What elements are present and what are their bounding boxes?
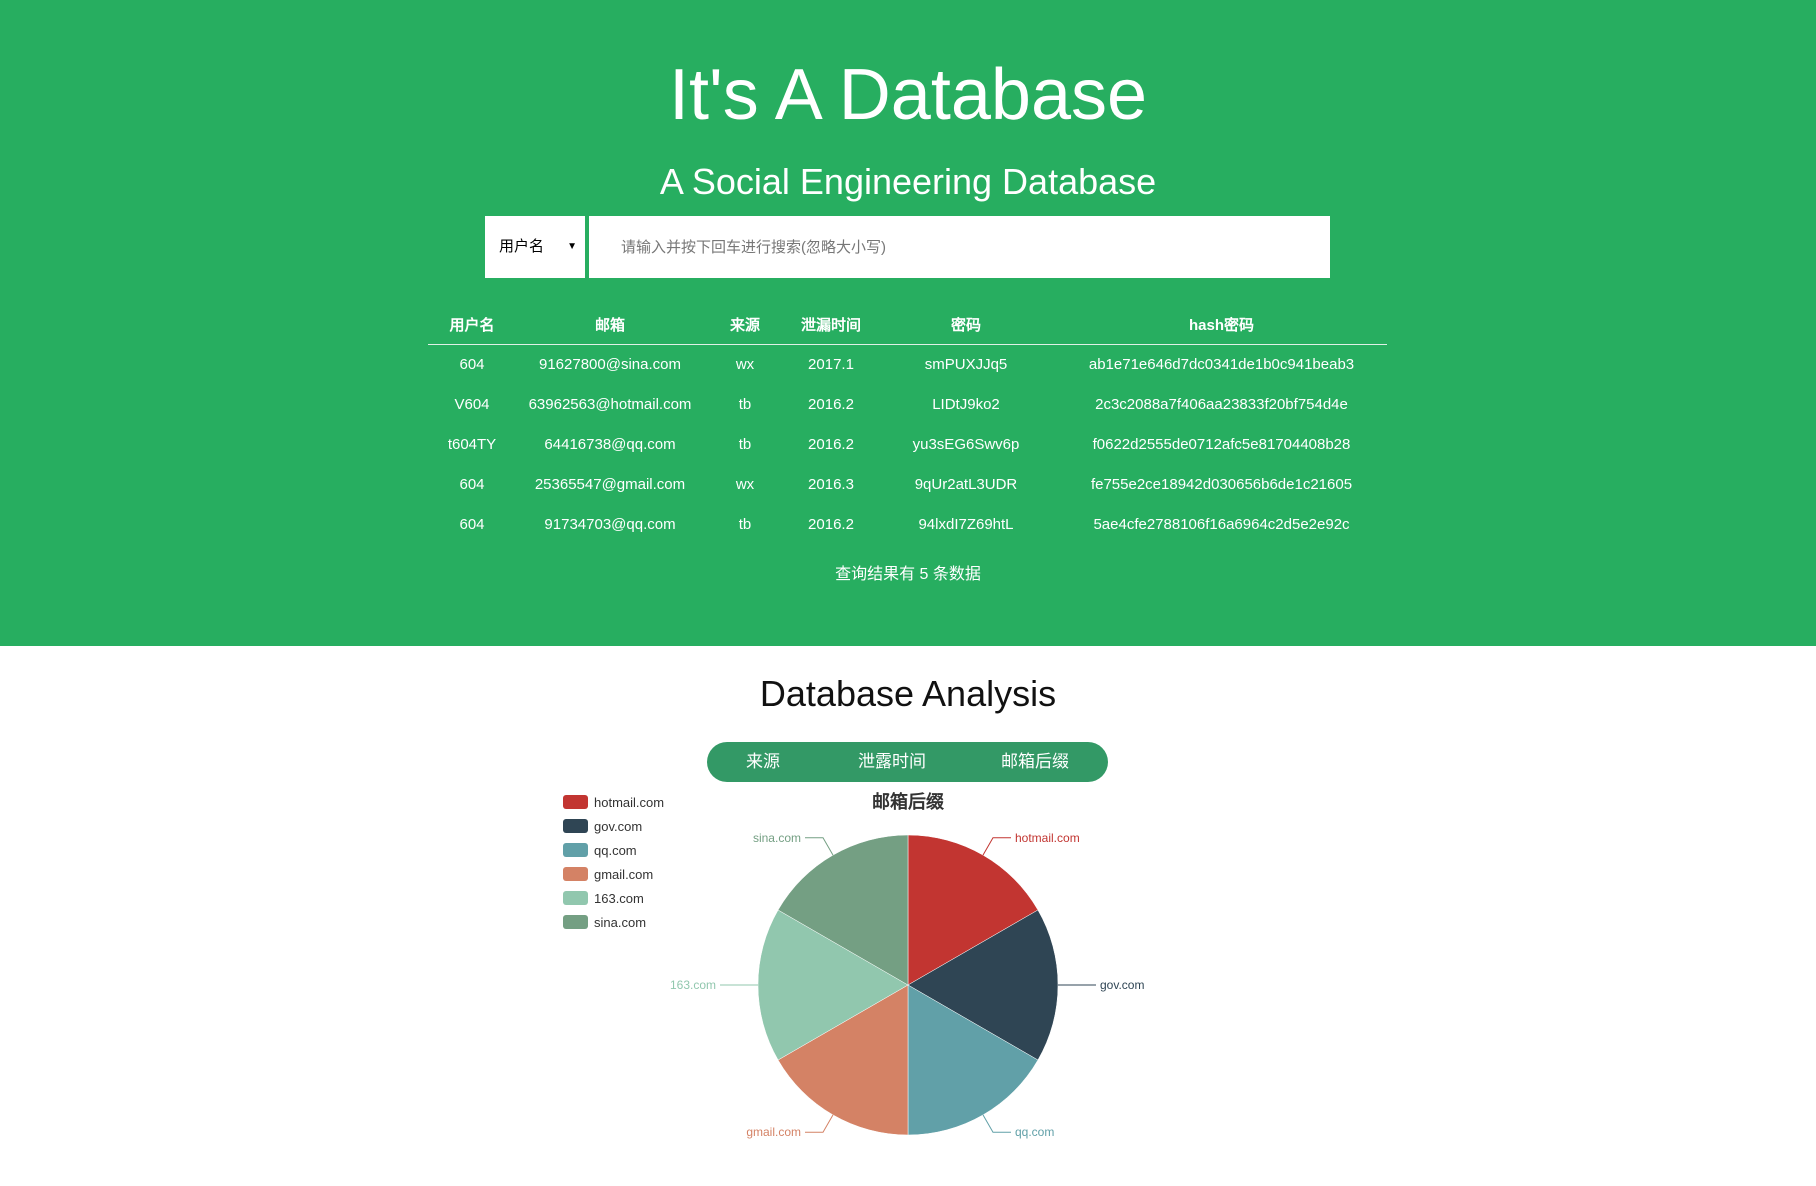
label-leader-line: [982, 1114, 1011, 1133]
label-leader-line: [805, 837, 834, 856]
label-leader-line: [982, 837, 1011, 856]
pie-chart: 邮箱后缀 hotmail.com gov.com qq.com gmail.com 163…: [670, 791, 1145, 1139]
chart-title: 邮箱后缀: [872, 791, 945, 812]
slice-label: gov.com: [1100, 978, 1144, 992]
label-leader-line: [805, 1114, 834, 1133]
slice-label: qq.com: [1015, 1125, 1054, 1139]
slice-label: 163.com: [670, 978, 716, 992]
slice-label: hotmail.com: [1015, 831, 1080, 845]
slice-label: gmail.com: [746, 1125, 801, 1139]
slice-label: sina.com: [753, 831, 801, 845]
